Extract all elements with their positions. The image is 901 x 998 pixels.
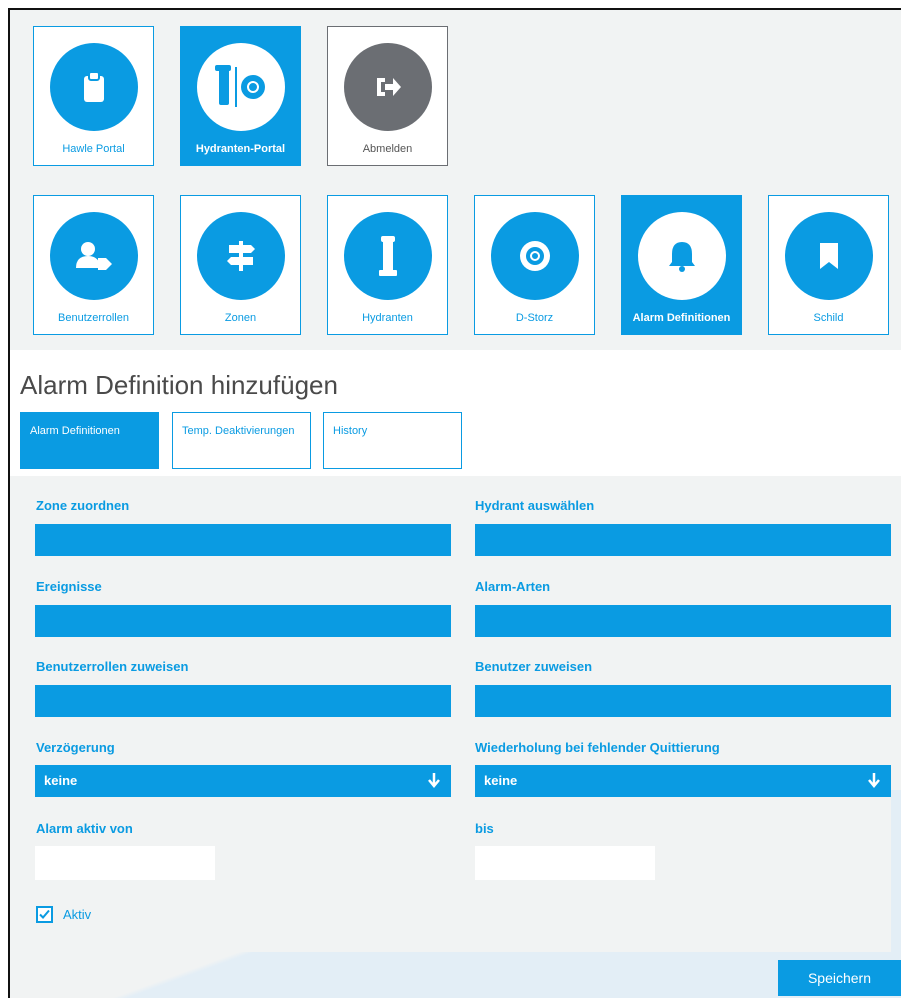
users-label: Benutzer zuweisen (475, 659, 593, 674)
tile-abmelden[interactable]: Abmelden (327, 26, 448, 166)
roles-label: Benutzerrollen zuweisen (36, 659, 189, 674)
coupling-icon (491, 212, 579, 300)
roles-field[interactable] (35, 685, 451, 717)
tab-temp-deaktivierungen[interactable]: Temp. Deaktivierungen (172, 412, 311, 469)
hydrant-field[interactable] (475, 524, 891, 556)
tile-label: Benutzerrollen (58, 312, 129, 324)
signpost-icon (197, 212, 285, 300)
tile-area: Hawle Portal Hydranten-Portal Abmelden B… (10, 10, 901, 350)
tile-label: Hydranten-Portal (195, 143, 286, 155)
active-checkbox[interactable] (36, 906, 53, 923)
zone-label: Zone zuordnen (36, 498, 130, 513)
delay-value: keine (44, 773, 78, 788)
tile-label: Abmelden (362, 143, 413, 155)
delay-label: Verzögerung (36, 740, 115, 755)
hydrant-label: Hydrant auswählen (475, 498, 595, 513)
tile-alarm-definitionen[interactable]: Alarm Definitionen (621, 195, 742, 335)
bell-icon (638, 212, 726, 300)
tile-schild[interactable]: Schild (768, 195, 889, 335)
tile-hydranten[interactable]: Hydranten (327, 195, 448, 335)
logout-icon (344, 43, 432, 131)
save-button[interactable]: Speichern (778, 960, 901, 996)
tile-label: Hawle Portal (62, 143, 125, 155)
until-label: bis (475, 821, 494, 836)
active-checkbox-row[interactable]: Aktiv (36, 906, 91, 923)
alarm-types-label: Alarm-Arten (475, 579, 551, 594)
hydrant-icon (344, 212, 432, 300)
tile-label: D-Storz (515, 312, 554, 324)
tile-label: Zonen (224, 312, 257, 324)
bookmark-icon (785, 212, 873, 300)
alarm-form: Zone zuordnen Hydrant auswählen Ereignis… (20, 482, 891, 952)
clipboard-icon (50, 43, 138, 131)
zone-field[interactable] (35, 524, 451, 556)
until-input[interactable] (475, 846, 655, 880)
tile-benutzerrollen[interactable]: Benutzerrollen (33, 195, 154, 335)
page-title: Alarm Definition hinzufügen (20, 370, 338, 401)
events-field[interactable] (35, 605, 451, 637)
arrow-down-icon (427, 772, 441, 791)
users-field[interactable] (475, 685, 891, 717)
active-from-label: Alarm aktiv von (36, 821, 133, 836)
tab-history[interactable]: History (323, 412, 462, 469)
events-label: Ereignisse (36, 579, 102, 594)
repeat-select[interactable]: keine (475, 765, 891, 797)
tile-d-storz[interactable]: D-Storz (474, 195, 595, 335)
tile-label: Schild (813, 312, 844, 324)
tile-label: Hydranten (362, 312, 413, 324)
user-tag-icon (50, 212, 138, 300)
tile-zonen[interactable]: Zonen (180, 195, 301, 335)
arrow-down-icon (867, 772, 881, 791)
tile-hydranten-portal[interactable]: Hydranten-Portal (180, 26, 301, 166)
active-from-input[interactable] (35, 846, 215, 880)
hydrant-portal-icon (197, 43, 285, 131)
alarm-types-field[interactable] (475, 605, 891, 637)
repeat-value: keine (484, 773, 518, 788)
tile-hawle-portal[interactable]: Hawle Portal (33, 26, 154, 166)
tile-label: Alarm Definitionen (632, 312, 731, 324)
active-checkbox-label: Aktiv (63, 907, 92, 922)
repeat-label: Wiederholung bei fehlender Quittierung (475, 740, 720, 755)
tab-alarm-definitionen[interactable]: Alarm Definitionen (20, 412, 159, 469)
app-frame: Hawle Portal Hydranten-Portal Abmelden B… (8, 8, 901, 998)
delay-select[interactable]: keine (35, 765, 451, 797)
